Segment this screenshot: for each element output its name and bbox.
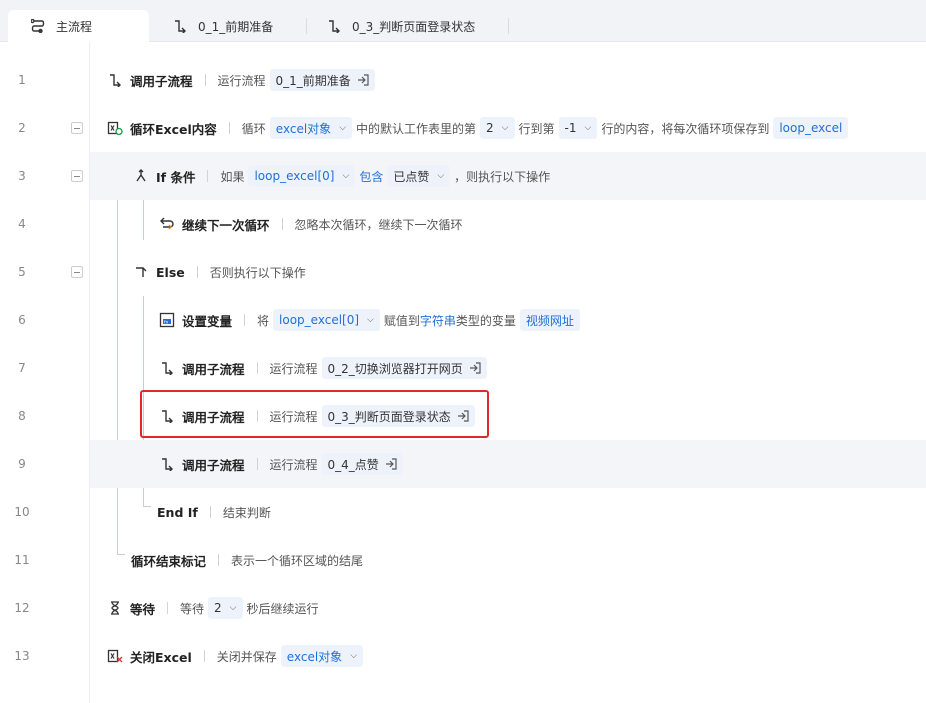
continue-loop-icon xyxy=(159,216,175,232)
else-branch-icon xyxy=(133,264,149,280)
action-name: 调用子流程 xyxy=(182,409,245,425)
action-text: 运行流程 xyxy=(217,73,266,88)
step-row-9[interactable]: 9 调用子流程 运行流程 0_4_点赞 xyxy=(0,440,926,488)
subflow-icon xyxy=(159,408,175,424)
action-name: 循环结束标记 xyxy=(131,553,207,569)
line-number: 11 xyxy=(14,553,30,567)
line-number: 6 xyxy=(18,313,26,327)
line-number: 7 xyxy=(18,361,26,375)
condition-variable-select[interactable]: loop_excel[0] ⌵ xyxy=(248,165,356,187)
action-name: 循环Excel内容 xyxy=(130,121,217,137)
subflow-token[interactable]: 0_2_切换浏览器打开网页 xyxy=(321,357,487,379)
step-row-12[interactable]: 12 等待 等待 2 ⌵ 秒后继续运行 xyxy=(0,584,926,632)
subflow-icon xyxy=(326,18,342,34)
excel-loop-icon xyxy=(107,120,123,136)
action-name: 关闭Excel xyxy=(130,649,192,665)
step-row-4[interactable]: 4 继续下一次循环 忽略本次循环，继续下一次循环 xyxy=(0,200,926,248)
line-number: 8 xyxy=(18,409,26,423)
action-name: 调用子流程 xyxy=(182,457,245,473)
jump-icon[interactable] xyxy=(469,362,481,374)
jump-icon[interactable] xyxy=(457,410,469,422)
step-row-13[interactable]: 13 关闭Excel 关闭并保存 excel对象 ⌵ xyxy=(0,632,926,680)
action-name: 调用子流程 xyxy=(182,361,245,377)
line-number: 1 xyxy=(18,73,26,87)
action-name: 等待 xyxy=(130,601,156,617)
subflow-icon xyxy=(107,72,123,88)
tab-label: 主流程 xyxy=(56,19,93,34)
subflow-icon xyxy=(172,18,188,34)
step-row-3[interactable]: 3 If 条件 如果 loop_excel[0] ⌵ 包含 已点赞 ⌵ ，则执行以下… xyxy=(0,152,926,200)
flow-editor: 1 调用子流程 运行流程 0_1_前期准备 2 循环Excel内容 循环 exc… xyxy=(0,42,926,703)
subflow-icon xyxy=(159,360,175,376)
step-row-7[interactable]: 7 调用子流程 运行流程 0_2_切换浏览器打开网页 xyxy=(0,344,926,392)
target-variable-token[interactable]: 视频网址 xyxy=(519,309,580,331)
step-row-2[interactable]: 2 循环Excel内容 循环 excel对象 ⌵ 中的默认工作表里的第 2 ⌵ 行到… xyxy=(0,104,926,152)
jump-icon[interactable] xyxy=(385,458,397,470)
tab-bar: 主流程 0_1_前期准备 0_3_判断页面登录状态 xyxy=(0,0,926,42)
subflow-icon xyxy=(159,456,175,472)
collapse-toggle[interactable] xyxy=(71,122,83,134)
hourglass-icon xyxy=(107,600,123,616)
step-row-10[interactable]: 10 End If 结束判断 xyxy=(0,488,926,536)
step-row-5[interactable]: 5 Else 否则执行以下操作 xyxy=(0,248,926,296)
end-row-select[interactable]: -1 ⌵ xyxy=(558,117,598,139)
flow-icon xyxy=(30,18,46,34)
source-variable-select[interactable]: loop_excel[0] ⌵ xyxy=(273,309,380,331)
line-number: 5 xyxy=(18,265,26,279)
line-number: 13 xyxy=(14,649,30,663)
tab-label: 0_1_前期准备 xyxy=(198,19,274,34)
collapse-toggle[interactable] xyxy=(71,266,83,278)
excel-object-select[interactable]: excel对象 ⌵ xyxy=(269,117,353,139)
start-row-select[interactable]: 2 ⌵ xyxy=(480,117,515,139)
type-link[interactable]: 字符串 xyxy=(420,312,456,329)
set-variable-icon: fx xyxy=(159,312,175,328)
line-number: 12 xyxy=(14,601,30,615)
action-name: 设置变量 xyxy=(182,313,233,329)
operator-link[interactable]: 包含 xyxy=(359,168,383,185)
excel-object-select[interactable]: excel对象 ⌵ xyxy=(280,645,364,667)
line-number: 2 xyxy=(18,121,26,135)
condition-value-select[interactable]: 已点赞 ⌵ xyxy=(387,165,451,187)
tab-label: 0_3_判断页面登录状态 xyxy=(352,19,476,34)
step-row-1[interactable]: 1 调用子流程 运行流程 0_1_前期准备 xyxy=(0,56,926,104)
subflow-token[interactable]: 0_1_前期准备 xyxy=(269,69,375,91)
wait-seconds-select[interactable]: 2 ⌵ xyxy=(208,597,243,619)
tab-0-1[interactable]: 0_1_前期准备 xyxy=(150,10,273,42)
action-name: 继续下一次循环 xyxy=(182,217,270,233)
tab-main-flow[interactable]: 主流程 xyxy=(8,10,149,42)
action-name: End If xyxy=(157,504,198,520)
line-number: 4 xyxy=(18,217,26,231)
step-row-11[interactable]: 11 循环结束标记 表示一个循环区域的结尾 xyxy=(0,536,926,584)
action-name: If 条件 xyxy=(156,169,196,185)
branch-icon xyxy=(133,168,149,184)
tab-divider xyxy=(508,18,509,34)
subflow-token[interactable]: 0_3_判断页面登录状态 xyxy=(321,405,475,427)
tab-0-3[interactable]: 0_3_判断页面登录状态 xyxy=(304,10,475,42)
action-name: 调用子流程 xyxy=(130,73,193,89)
line-number: 9 xyxy=(18,457,26,471)
collapse-toggle[interactable] xyxy=(71,170,83,182)
svg-text:fx: fx xyxy=(164,319,169,325)
step-row-6[interactable]: 6 fx 设置变量 将 loop_excel[0] ⌵ 赋值到 字符串 类型的变量… xyxy=(0,296,926,344)
line-number: 3 xyxy=(18,169,26,183)
action-name: Else xyxy=(156,264,185,280)
jump-icon[interactable] xyxy=(357,74,369,86)
subflow-token[interactable]: 0_4_点赞 xyxy=(321,453,403,475)
loop-variable-token[interactable]: loop_excel xyxy=(773,117,849,139)
step-row-8[interactable]: 8 调用子流程 运行流程 0_3_判断页面登录状态 xyxy=(0,392,926,440)
close-excel-icon xyxy=(107,648,123,664)
line-number: 10 xyxy=(14,505,30,519)
